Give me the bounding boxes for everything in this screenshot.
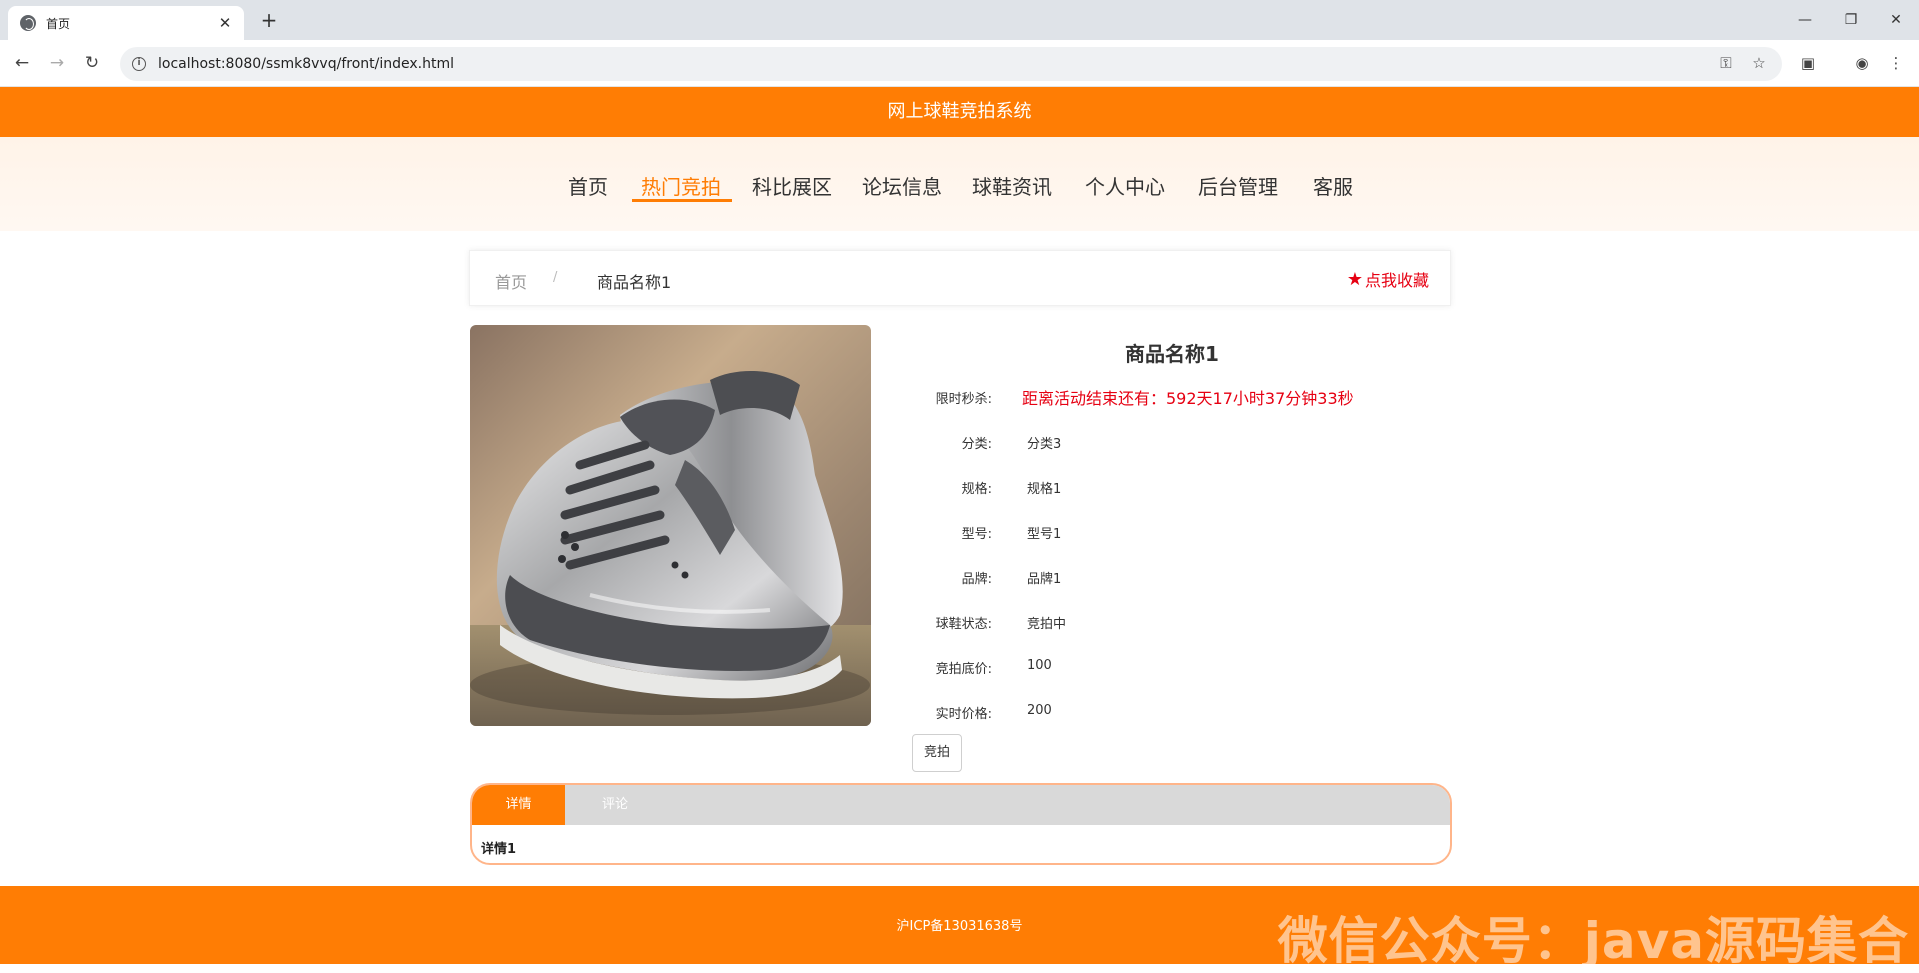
nav-hot-auction[interactable]: 热门竞拍 bbox=[641, 171, 721, 200]
browser-tab-strip: 首页 ✕ + — ❐ ✕ bbox=[0, 0, 1919, 40]
nav-admin[interactable]: 后台管理 bbox=[1198, 171, 1278, 200]
field-value-spec: 规格1 bbox=[1027, 482, 1062, 497]
tab-comment[interactable]: 评论 bbox=[565, 785, 665, 825]
site-title-bar: 网上球鞋竞拍系统 bbox=[0, 87, 1919, 137]
flash-sale-label: 限时秒杀: bbox=[935, 392, 992, 407]
menu-kebab-icon[interactable]: ⋮ bbox=[1882, 49, 1910, 77]
bookmark-star-icon[interactable]: ☆ bbox=[1745, 49, 1773, 77]
star-icon: ★ bbox=[1346, 268, 1363, 290]
field-value-brand: 品牌1 bbox=[1027, 572, 1062, 587]
product-title: 商品名称1 bbox=[1125, 342, 1219, 366]
breadcrumb-home[interactable]: 首页 bbox=[495, 269, 527, 293]
field-value-status: 竞拍中 bbox=[1027, 617, 1067, 632]
footer: 沪ICP备13031638号 微信公众号：java源码集合 bbox=[0, 886, 1919, 970]
field-label-base-price: 竞拍底价: bbox=[935, 662, 992, 677]
back-icon[interactable]: ← bbox=[8, 49, 36, 77]
field-value-category: 分类3 bbox=[1027, 437, 1062, 452]
detail-tabs-panel: 详情 评论 详情1 bbox=[470, 783, 1452, 865]
breadcrumb: 首页 / 商品名称1 ★ 点我收藏 bbox=[469, 250, 1451, 306]
address-bar[interactable]: i localhost:8080/ssmk8vvq/front/index.ht… bbox=[120, 47, 1782, 81]
tabs-header: 详情 评论 bbox=[472, 785, 1450, 825]
favorite-label: 点我收藏 bbox=[1364, 271, 1429, 290]
profile-icon[interactable]: ◉ bbox=[1848, 49, 1876, 77]
field-value-base-price: 100 bbox=[1027, 658, 1052, 673]
field-value-current-price: 200 bbox=[1027, 703, 1052, 718]
tab-detail[interactable]: 详情 bbox=[472, 785, 565, 825]
restore-icon[interactable]: ❐ bbox=[1828, 0, 1874, 40]
close-window-icon[interactable]: ✕ bbox=[1873, 0, 1919, 40]
tab-search-icon[interactable]: ▣ bbox=[1794, 49, 1822, 77]
watermark-text: 微信公众号：java源码集合 bbox=[1277, 912, 1909, 970]
site-title: 网上球鞋竞拍系统 bbox=[887, 101, 1032, 122]
globe-icon bbox=[20, 15, 36, 31]
breadcrumb-current: 商品名称1 bbox=[597, 273, 672, 292]
favorite-button[interactable]: ★ 点我收藏 bbox=[1347, 267, 1429, 291]
site-info-icon[interactable]: i bbox=[132, 57, 146, 71]
bid-button[interactable]: 竞拍 bbox=[912, 734, 962, 772]
minimize-icon[interactable]: — bbox=[1782, 0, 1828, 40]
nav-customer-service[interactable]: 客服 bbox=[1313, 171, 1353, 200]
breadcrumb-separator: / bbox=[553, 270, 558, 285]
nav-forum[interactable]: 论坛信息 bbox=[862, 171, 942, 200]
url-text: localhost:8080/ssmk8vvq/front/index.html bbox=[158, 56, 454, 72]
product-image bbox=[470, 325, 871, 726]
password-key-icon[interactable]: ⚿ bbox=[1712, 49, 1740, 77]
field-label-category: 分类: bbox=[961, 437, 992, 452]
field-value-model: 型号1 bbox=[1027, 527, 1062, 542]
reload-icon[interactable]: ↻ bbox=[78, 49, 106, 77]
field-label-spec: 规格: bbox=[961, 482, 992, 497]
field-label-model: 型号: bbox=[961, 527, 992, 542]
new-tab-button[interactable]: + bbox=[256, 8, 282, 34]
field-label-brand: 品牌: bbox=[961, 572, 992, 587]
close-tab-icon[interactable]: ✕ bbox=[216, 14, 234, 32]
field-label-status: 球鞋状态: bbox=[935, 617, 992, 632]
nav-personal-center[interactable]: 个人中心 bbox=[1085, 171, 1165, 200]
browser-tab-title: 首页 bbox=[46, 16, 71, 31]
detail-content: 详情1 bbox=[481, 842, 517, 857]
forward-icon[interactable]: → bbox=[43, 49, 71, 77]
nav-kobe-zone[interactable]: 科比展区 bbox=[752, 171, 832, 200]
field-label-current-price: 实时价格: bbox=[935, 707, 992, 722]
main-nav: 首页 热门竞拍 科比展区 论坛信息 球鞋资讯 个人中心 后台管理 客服 bbox=[0, 137, 1919, 231]
browser-toolbar: ← → ↻ i localhost:8080/ssmk8vvq/front/in… bbox=[0, 40, 1919, 87]
countdown-text: 距离活动结束还有：592天17小时37分钟33秒 bbox=[1022, 389, 1354, 408]
nav-home[interactable]: 首页 bbox=[568, 171, 608, 200]
nav-sneaker-news[interactable]: 球鞋资讯 bbox=[972, 171, 1052, 200]
browser-tab[interactable]: 首页 ✕ bbox=[8, 6, 244, 40]
nav-active-indicator bbox=[632, 199, 732, 202]
